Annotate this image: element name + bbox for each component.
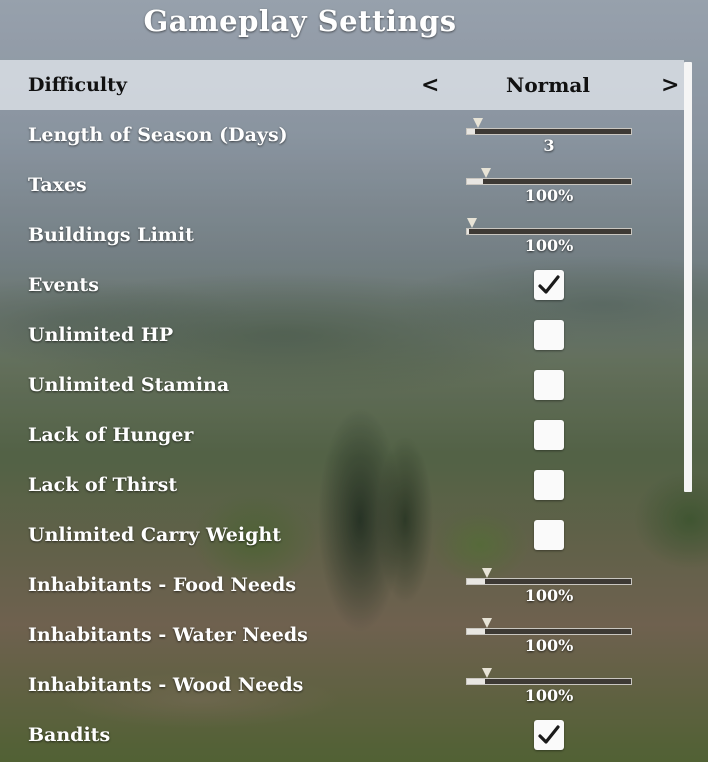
slider-track[interactable] xyxy=(466,628,632,635)
slider-season-length[interactable]: 3 xyxy=(466,118,634,155)
slider-track[interactable] xyxy=(466,128,632,135)
checkbox-unlimited-carry-weight[interactable] xyxy=(534,520,564,550)
slider-track[interactable] xyxy=(466,578,632,585)
setting-label: Inhabitants - Water Needs xyxy=(28,624,308,646)
setting-row-unlimited-carry-weight[interactable]: Unlimited Carry Weight xyxy=(0,510,684,560)
slider-buildings-limit[interactable]: 100% xyxy=(466,218,634,255)
slider-value: 100% xyxy=(524,636,574,655)
setting-label: Buildings Limit xyxy=(28,224,194,246)
slider-track[interactable] xyxy=(466,228,632,235)
slider-value: 100% xyxy=(524,186,574,205)
slider-fill xyxy=(467,629,486,634)
slider-fill xyxy=(467,229,469,234)
slider-fill xyxy=(467,129,476,134)
setting-label: Lack of Thirst xyxy=(28,474,178,496)
scrollbar[interactable] xyxy=(684,62,692,492)
slider-fill xyxy=(467,579,486,584)
setting-label: Lack of Hunger xyxy=(28,424,194,446)
setting-row-wood-needs[interactable]: Inhabitants - Wood Needs 100% xyxy=(0,660,684,710)
page-title: Gameplay Settings xyxy=(143,4,457,38)
slider-value: 100% xyxy=(524,586,574,605)
slider-track[interactable] xyxy=(466,678,632,685)
setting-row-water-needs[interactable]: Inhabitants - Water Needs 100% xyxy=(0,610,684,660)
slider-fill xyxy=(467,179,484,184)
setting-label: Events xyxy=(28,274,99,296)
setting-label: Unlimited Stamina xyxy=(28,374,230,396)
setting-row-events[interactable]: Events xyxy=(0,260,684,310)
slider-handle-icon[interactable] xyxy=(480,168,491,178)
slider-food-needs[interactable]: 100% xyxy=(466,568,634,605)
checkbox-events[interactable] xyxy=(534,270,564,300)
slider-value: 3 xyxy=(543,136,555,155)
slider-handle-icon[interactable] xyxy=(482,568,493,578)
setting-row-food-needs[interactable]: Inhabitants - Food Needs 100% xyxy=(0,560,684,610)
setting-label: Inhabitants - Wood Needs xyxy=(28,674,304,696)
setting-row-lack-of-thirst[interactable]: Lack of Thirst xyxy=(0,460,684,510)
slider-track[interactable] xyxy=(466,178,632,185)
chevron-left-icon[interactable]: < xyxy=(421,60,439,110)
checkbox-unlimited-stamina[interactable] xyxy=(534,370,564,400)
setting-label: Unlimited Carry Weight xyxy=(28,524,281,546)
setting-label: Difficulty xyxy=(28,74,127,96)
checkbox-lack-of-hunger[interactable] xyxy=(534,420,564,450)
setting-row-difficulty[interactable]: Difficulty < Normal > xyxy=(0,60,684,110)
slider-handle-icon[interactable] xyxy=(482,668,493,678)
settings-list: Difficulty < Normal > Length of Season (Days… xyxy=(0,60,684,760)
setting-label: Bandits xyxy=(28,724,111,746)
setting-label: Inhabitants - Food Needs xyxy=(28,574,297,596)
slider-wood-needs[interactable]: 100% xyxy=(466,668,634,705)
slider-handle-icon[interactable] xyxy=(482,618,493,628)
slider-handle-icon[interactable] xyxy=(472,118,483,128)
checkmark-icon xyxy=(538,725,560,744)
setting-row-unlimited-hp[interactable]: Unlimited HP xyxy=(0,310,684,360)
slider-value: 100% xyxy=(524,686,574,705)
checkbox-bandits[interactable] xyxy=(534,720,564,750)
difficulty-value: Normal xyxy=(506,73,590,97)
slider-fill xyxy=(467,679,486,684)
setting-label: Taxes xyxy=(28,174,87,196)
slider-value: 100% xyxy=(524,236,574,255)
checkmark-icon xyxy=(538,275,560,294)
slider-water-needs[interactable]: 100% xyxy=(466,618,634,655)
setting-row-buildings-limit[interactable]: Buildings Limit 100% xyxy=(0,210,684,260)
setting-row-taxes[interactable]: Taxes 100% xyxy=(0,160,684,210)
setting-row-season-length[interactable]: Length of Season (Days) 3 xyxy=(0,110,684,160)
chevron-right-icon[interactable]: > xyxy=(661,60,679,110)
checkbox-lack-of-thirst[interactable] xyxy=(534,470,564,500)
setting-row-lack-of-hunger[interactable]: Lack of Hunger xyxy=(0,410,684,460)
slider-taxes[interactable]: 100% xyxy=(466,168,634,205)
setting-label: Length of Season (Days) xyxy=(28,124,288,146)
slider-handle-icon[interactable] xyxy=(466,218,477,228)
setting-row-unlimited-stamina[interactable]: Unlimited Stamina xyxy=(0,360,684,410)
setting-label: Unlimited HP xyxy=(28,324,174,346)
setting-row-bandits[interactable]: Bandits xyxy=(0,710,684,760)
checkbox-unlimited-hp[interactable] xyxy=(534,320,564,350)
